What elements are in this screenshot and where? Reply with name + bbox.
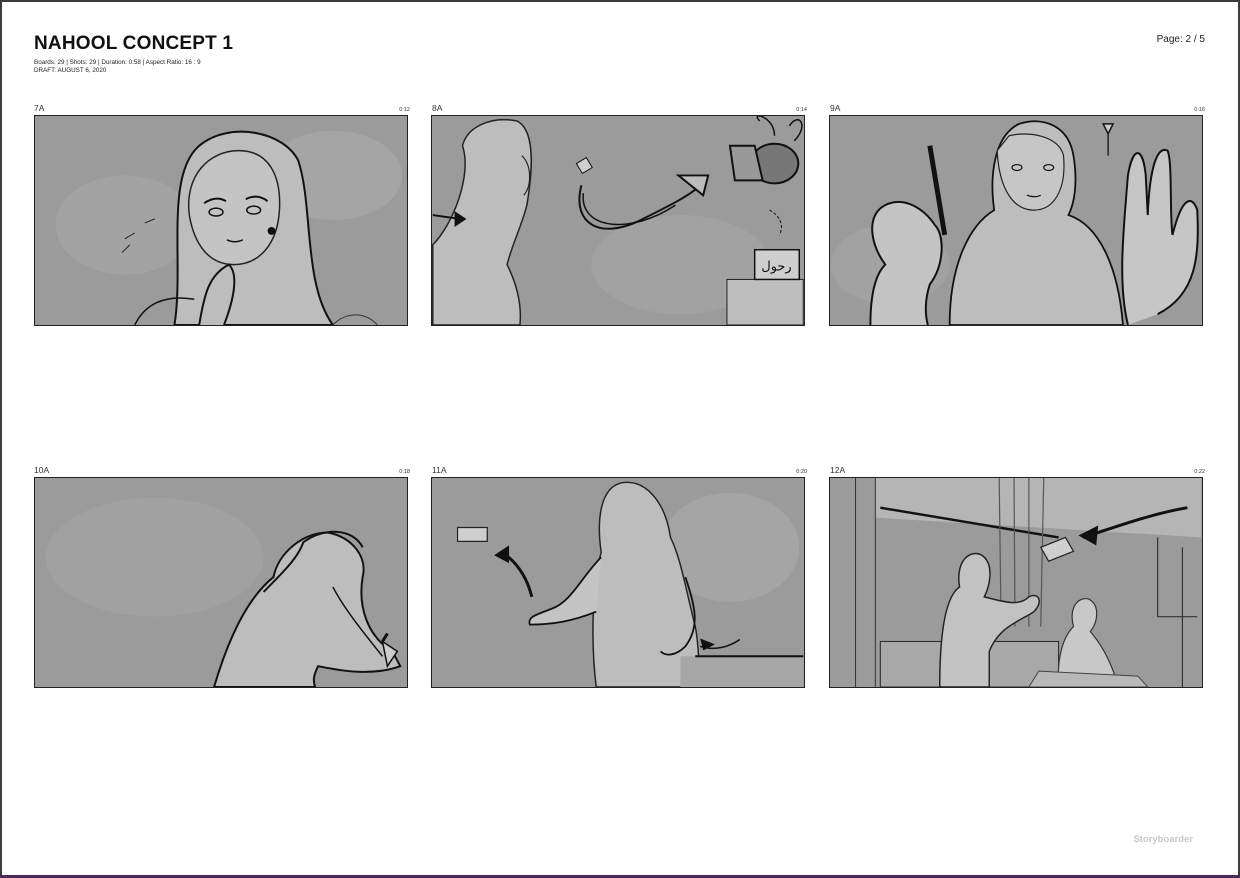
board-duration: 0:20	[796, 469, 807, 475]
board-label: 7A	[34, 103, 45, 113]
board-duration: 0:12	[399, 107, 410, 113]
board-label: 12A	[830, 465, 846, 475]
board-panel-12a[interactable]	[829, 477, 1203, 688]
storyboarder-watermark: Storyboarder	[1133, 834, 1193, 845]
sketch-woman-looking-at-bee: رحول	[432, 116, 804, 325]
board-panel-7a[interactable]	[34, 115, 408, 326]
board-duration: 0:14	[796, 107, 807, 113]
board-panel-11a[interactable]	[431, 477, 805, 688]
board-panel-10a[interactable]	[34, 477, 408, 688]
board-panel-8a[interactable]: رحول	[431, 115, 805, 326]
page-title: NAHOOL CONCEPT 1	[34, 33, 234, 54]
board-label: 10A	[34, 465, 50, 475]
board-meta: Boards: 29 | Shots: 29 | Duration: 0:58 …	[34, 59, 201, 75]
board-duration: 0:18	[399, 469, 410, 475]
page-number: Page: 2 / 5	[1156, 34, 1205, 45]
jar-label: رحول	[761, 260, 791, 275]
board-label: 9A	[830, 103, 841, 113]
board-panel-9a[interactable]	[829, 115, 1203, 326]
sketch-woman-thinking	[35, 116, 407, 325]
sketch-woman-throwing	[432, 478, 804, 687]
draft-date: DRAFT: AUGUST 6, 2020	[34, 67, 107, 74]
sketch-room-two-people	[830, 478, 1202, 687]
board-duration: 0:22	[1194, 469, 1205, 475]
board-duration: 0:16	[1194, 107, 1205, 113]
board-label: 8A	[432, 103, 443, 113]
meta-stats: Boards: 29 | Shots: 29 | Duration: 0:58 …	[34, 59, 201, 66]
board-label: 11A	[432, 465, 447, 475]
sketch-woman-kneeling	[35, 478, 407, 687]
sketch-woman-raising-hand	[830, 116, 1202, 325]
